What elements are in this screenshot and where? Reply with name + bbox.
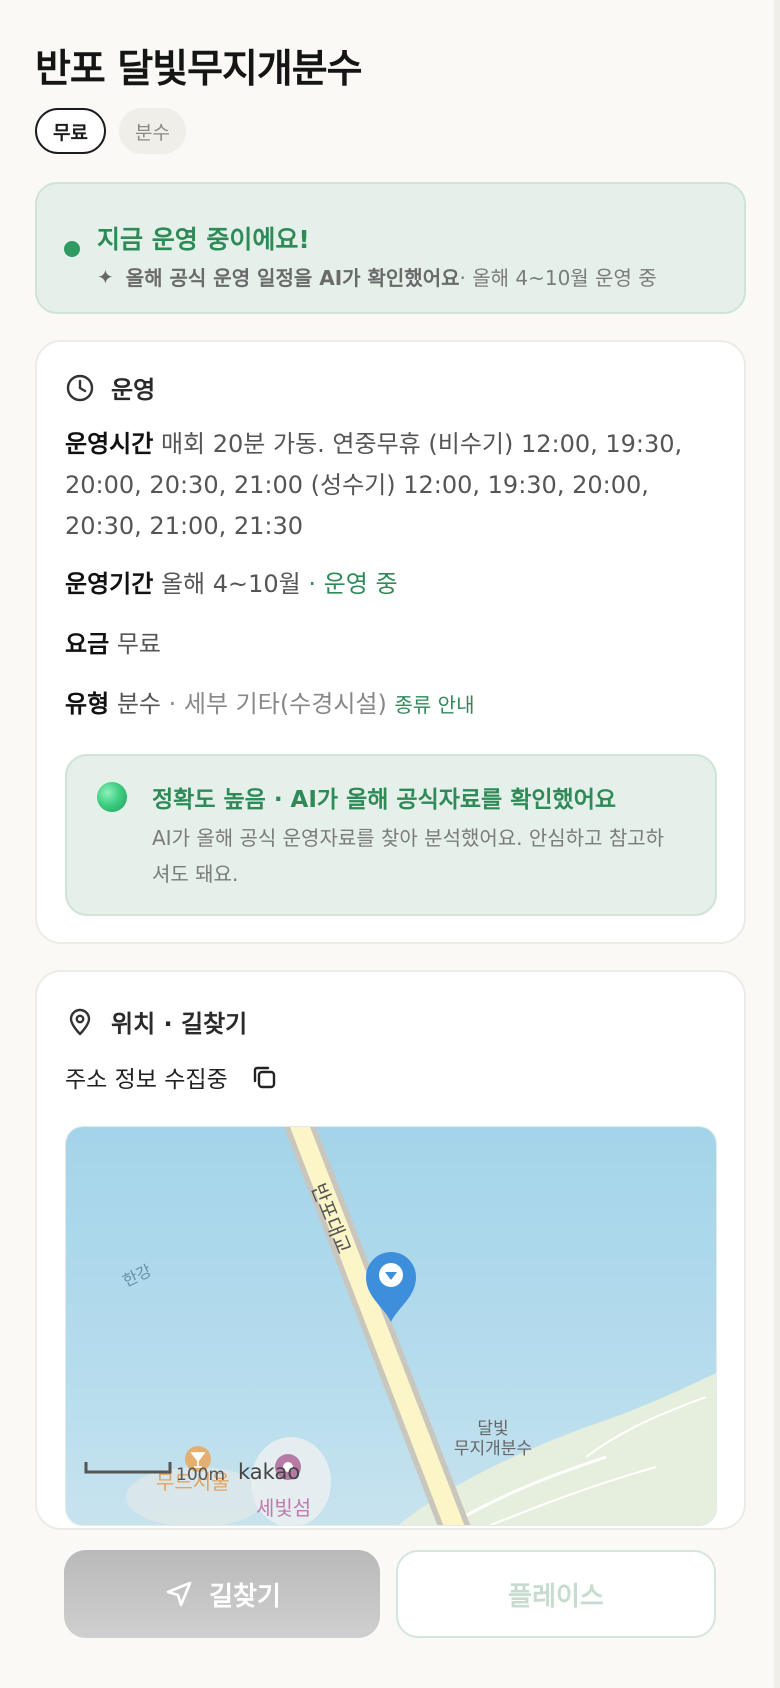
location-header: 위치 · 길찾기	[65, 1004, 247, 1039]
fee-value: 무료	[116, 630, 161, 658]
type-row: 유형 분수 · 세부 기타(수경시설) 종류 안내	[65, 684, 725, 726]
type-label: 유형	[65, 690, 110, 718]
operation-title: 운영	[111, 376, 156, 404]
page-title: 반포 달빛무지개분수	[35, 47, 362, 92]
map-provider-logo: kakao	[238, 1460, 300, 1484]
route-button-label: 길찾기	[209, 1581, 281, 1612]
navigation-arrow-icon	[166, 1581, 192, 1607]
hours-row: 운영시간 매회 20분 가동. 연중무휴 (비수기) 12:00, 19:30,…	[65, 424, 725, 547]
hours-label: 운영시간	[65, 430, 154, 458]
map-place-label-2: 무지개분수	[454, 1439, 532, 1459]
accuracy-body: AI가 올해 공식 운영자료를 찾아 분석했어요. 안심하고 참고하셔도 돼요.	[152, 826, 665, 886]
place-button[interactable]: 플레이스	[396, 1550, 716, 1638]
map-canvas[interactable]: 반포대교 한강 달빛 무지개분수 무드서울 세빛섬 100m kakao	[66, 1127, 717, 1526]
clock-icon	[66, 374, 94, 401]
route-button[interactable]: 길찾기	[64, 1550, 380, 1638]
location-card: 위치 · 길찾기 주소 정보 수집중 반포대교 한강 달빛 무지개분수 무드서울…	[35, 970, 746, 1530]
location-pin-icon	[69, 1008, 91, 1035]
period-value: 올해 4~10월	[160, 570, 301, 598]
accuracy-box: 정확도 높음 · AI가 올해 공식자료를 확인했어요 AI가 올해 공식 운영…	[65, 754, 717, 916]
type-detail: · 세부 기타(수경시설)	[160, 690, 387, 718]
status-sub-bold: 올해 공식 운영 일정을 AI가 확인했어요	[125, 266, 460, 290]
operation-header: 운영	[65, 370, 155, 405]
fee-label: 요금	[65, 630, 110, 658]
map-scale-label: 100m	[176, 1465, 225, 1485]
status-subtitle: ✦ 올해 공식 운영 일정을 AI가 확인했어요 · 올해 4~10월 운영 중	[97, 262, 657, 291]
page: 반포 달빛무지개분수 무료 분수 지금 운영 중이에요! ✦ 올해 공식 운영 …	[0, 0, 780, 1688]
period-status: · 운영 중	[300, 570, 398, 598]
hours-value: 매회 20분 가동. 연중무휴 (비수기) 12:00, 19:30, 20:0…	[65, 430, 683, 540]
map-place-label-1: 달빛	[477, 1419, 508, 1439]
type-value: 분수	[116, 690, 161, 718]
poi-label-2: 세빛섬	[256, 1496, 311, 1520]
address-row: 주소 정보 수집중	[65, 1060, 278, 1094]
map-view[interactable]: 반포대교 한강 달빛 무지개분수 무드서울 세빛섬 100m kakao	[65, 1126, 717, 1526]
accuracy-orb-icon	[97, 782, 127, 812]
operation-card: 운영 운영시간 매회 20분 가동. 연중무휴 (비수기) 12:00, 19:…	[35, 340, 746, 944]
status-sub-rest: · 올해 4~10월 운영 중	[459, 266, 657, 290]
scroll-edge	[774, 0, 780, 1688]
status-dot	[64, 241, 80, 257]
place-button-label: 플레이스	[508, 1581, 604, 1612]
location-title: 위치 · 길찾기	[111, 1010, 248, 1038]
sparkle-icon: ✦	[97, 264, 114, 289]
address-text: 주소 정보 수집중	[65, 1067, 228, 1093]
period-label: 운영기간	[65, 570, 154, 598]
tag-type[interactable]: 분수	[119, 108, 186, 154]
copy-icon[interactable]	[250, 1063, 278, 1091]
period-row: 운영기간 올해 4~10월 · 운영 중	[65, 564, 725, 605]
status-title: 지금 운영 중이에요!	[97, 225, 310, 254]
fee-row: 요금 무료	[65, 624, 725, 665]
accuracy-title: 정확도 높음 · AI가 올해 공식자료를 확인했어요	[152, 787, 617, 813]
type-guide-link[interactable]: 종류 안내	[395, 693, 475, 717]
status-banner: 지금 운영 중이에요! ✦ 올해 공식 운영 일정을 AI가 확인했어요 · 올…	[35, 182, 746, 314]
tag-free[interactable]: 무료	[35, 108, 106, 154]
